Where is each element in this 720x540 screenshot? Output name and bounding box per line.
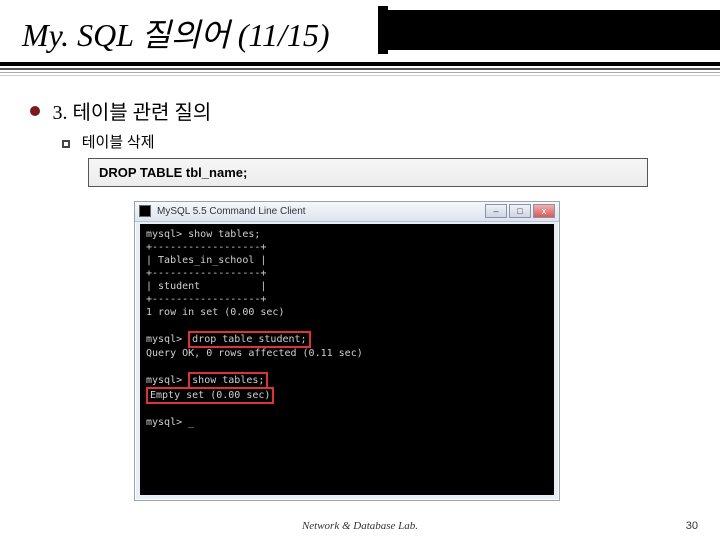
term-prompt: mysql> bbox=[146, 375, 188, 386]
highlight-drop: drop table student; bbox=[188, 331, 310, 348]
section-heading: 3. 테이블 관련 질의 bbox=[30, 96, 720, 125]
terminal-titlebar: MySQL 5.5 Command Line Client – □ x bbox=[135, 202, 559, 222]
slide-title: My. SQL 질의어 (11/15) bbox=[22, 10, 720, 56]
sql-syntax-box: DROP TABLE tbl_name; bbox=[88, 158, 648, 187]
term-prompt: mysql> bbox=[146, 334, 188, 345]
term-line: mysql> _ bbox=[146, 417, 194, 428]
term-line: +------------------+ bbox=[146, 268, 266, 279]
terminal-window: MySQL 5.5 Command Line Client – □ x mysq… bbox=[134, 201, 560, 501]
window-buttons: – □ x bbox=[485, 204, 555, 218]
sub-bullet-icon bbox=[62, 140, 70, 148]
term-line: | student | bbox=[146, 281, 266, 292]
title-bar: My. SQL 질의어 (11/15) bbox=[0, 0, 720, 56]
term-line: 1 row in set (0.00 sec) bbox=[146, 307, 284, 318]
slide: My. SQL 질의어 (11/15) 3. 테이블 관련 질의 테이블 삭제 … bbox=[0, 0, 720, 540]
maximize-button[interactable]: □ bbox=[509, 204, 531, 218]
terminal-body: mysql> show tables; +------------------+… bbox=[140, 224, 554, 495]
term-line: | Tables_in_school | bbox=[146, 255, 266, 266]
sql-code: DROP TABLE tbl_name; bbox=[99, 165, 247, 180]
bullet-icon bbox=[30, 106, 40, 116]
term-line: +------------------+ bbox=[146, 242, 266, 253]
terminal-title: MySQL 5.5 Command Line Client bbox=[157, 206, 306, 217]
footer-text: Network & Database Lab. bbox=[0, 520, 720, 532]
section-text: 3. 테이블 관련 질의 bbox=[52, 102, 211, 124]
subpoint: 테이블 삭제 bbox=[62, 131, 720, 152]
terminal-icon bbox=[139, 205, 151, 217]
page-number: 30 bbox=[686, 520, 698, 532]
highlight-empty: Empty set (0.00 sec) bbox=[146, 387, 274, 404]
term-line: mysql> show tables; bbox=[146, 229, 260, 240]
term-line: Query OK, 0 rows affected (0.11 sec) bbox=[146, 348, 363, 359]
subpoint-text: 테이블 삭제 bbox=[82, 135, 155, 151]
term-line: +------------------+ bbox=[146, 294, 266, 305]
close-button[interactable]: x bbox=[533, 204, 555, 218]
title-underline bbox=[0, 62, 720, 76]
minimize-button[interactable]: – bbox=[485, 204, 507, 218]
